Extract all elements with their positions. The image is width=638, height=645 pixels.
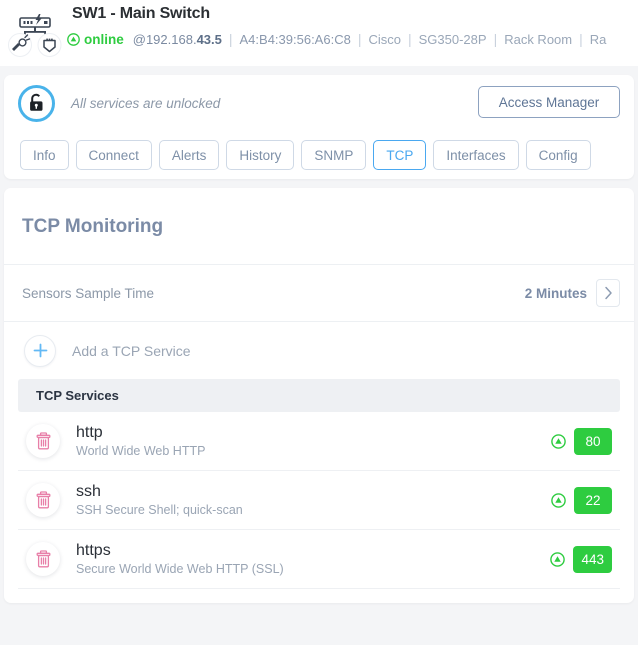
tcp-services-section: TCP Services http World Wide Web HTTP 80…	[4, 379, 634, 603]
meta-separator: |	[228, 31, 233, 47]
trash-icon[interactable]	[26, 483, 60, 517]
device-title: SW1 - Main Switch	[72, 5, 210, 22]
service-name: ssh	[76, 483, 101, 500]
sensors-sample-time-row[interactable]: Sensors Sample Time 2 Minutes	[4, 265, 634, 321]
table-row[interactable]: https Secure World Wide Web HTTP (SSL) 4…	[18, 530, 620, 589]
access-and-tabs-card: All services are unlocked Access Manager…	[4, 75, 634, 179]
service-description: SSH Secure Shell; quick-scan	[76, 503, 243, 517]
tab-alerts[interactable]: Alerts	[158, 140, 220, 170]
tab-snmp[interactable]: SNMP	[301, 140, 367, 170]
device-vendor: Cisco	[368, 31, 401, 47]
device-mac: A4:B4:39:56:A6:C8	[239, 31, 351, 47]
page-title: TCP Monitoring	[22, 216, 164, 237]
status-up-icon	[551, 433, 566, 449]
tab-history[interactable]: History	[226, 140, 295, 170]
trash-icon[interactable]	[26, 542, 60, 576]
network-switch-icon	[6, 12, 64, 58]
service-name: https	[76, 542, 111, 559]
table-row[interactable]: ssh SSH Secure Shell; quick-scan 22	[18, 471, 620, 530]
service-description: Secure World Wide Web HTTP (SSL)	[76, 562, 284, 576]
meta-separator: |	[493, 31, 498, 47]
tcp-monitoring-card: TCP Monitoring Sensors Sample Time 2 Min…	[4, 188, 634, 603]
tab-bar: Info Connect Alerts History SNMP TCP Int…	[4, 131, 634, 179]
meta-separator: |	[357, 31, 362, 47]
status-up-icon	[551, 492, 566, 508]
status-online-icon	[67, 32, 80, 46]
device-location: Rack Room	[504, 31, 573, 47]
device-location-extra: Ra	[589, 31, 607, 47]
meta-separator: |	[579, 31, 583, 47]
device-ip-suffix: 43.5	[196, 31, 222, 47]
unlock-icon[interactable]	[18, 84, 55, 122]
sensors-sample-time-value: 2 Minutes	[524, 285, 587, 301]
tab-info[interactable]: Info	[20, 140, 69, 170]
sensors-sample-time-label: Sensors Sample Time	[22, 285, 155, 301]
access-lock-bar: All services are unlocked Access Manager	[4, 75, 634, 131]
access-manager-button[interactable]: Access Manager	[478, 86, 620, 118]
table-row[interactable]: http World Wide Web HTTP 80	[18, 412, 620, 471]
service-port-badge: 80	[574, 427, 612, 455]
tab-connect[interactable]: Connect	[75, 140, 152, 170]
device-meta: online @192.168. 43.5 | A4:B4:39:56:A6:C8…	[67, 31, 638, 47]
add-tcp-service-label: Add a TCP Service	[72, 342, 191, 359]
meta-separator: |	[407, 31, 412, 47]
service-description: World Wide Web HTTP	[76, 444, 206, 458]
service-name: http	[76, 424, 103, 441]
device-model: SG350-28P	[418, 31, 487, 47]
device-status: online	[84, 31, 124, 47]
device-ip-prefix: @192.168.	[132, 31, 197, 47]
tab-interfaces[interactable]: Interfaces	[433, 140, 519, 170]
tcp-services-header: TCP Services	[18, 379, 620, 412]
service-port-badge: 22	[574, 486, 612, 514]
plus-icon[interactable]	[24, 334, 56, 367]
access-lock-message: All services are unlocked	[71, 95, 221, 111]
device-header: SW1 - Main Switch online @192.168. 43.5 |…	[0, 0, 638, 66]
service-port-badge: 443	[573, 545, 612, 573]
tab-tcp[interactable]: TCP	[373, 140, 427, 170]
tab-config[interactable]: Config	[525, 140, 591, 170]
add-tcp-service-row[interactable]: Add a TCP Service	[4, 322, 634, 379]
trash-icon[interactable]	[26, 424, 60, 458]
status-up-icon	[550, 551, 566, 567]
chevron-right-icon[interactable]	[596, 279, 620, 307]
